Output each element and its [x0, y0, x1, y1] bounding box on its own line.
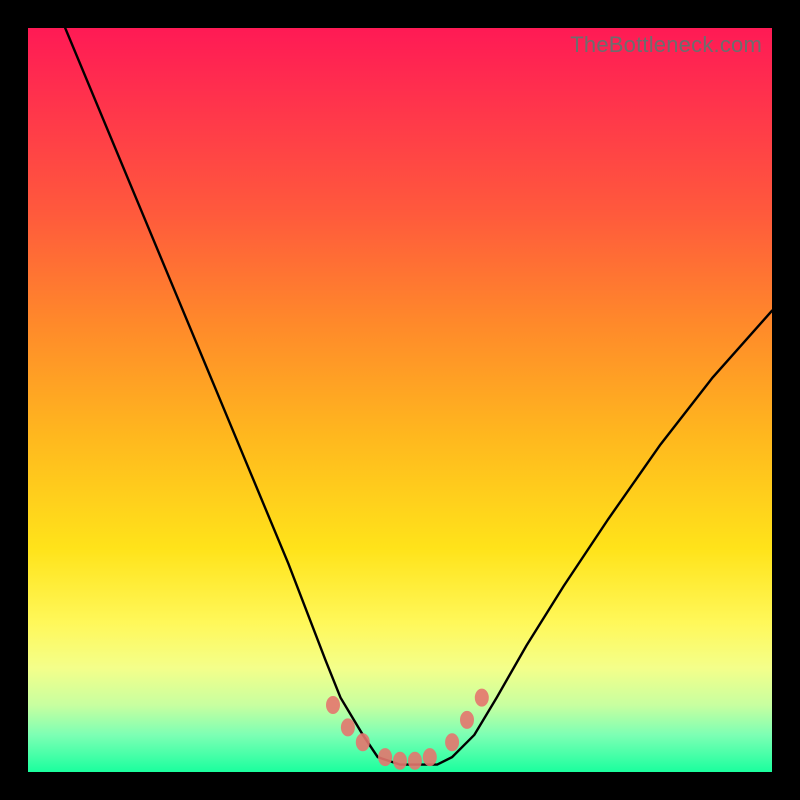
marker-dot — [341, 718, 355, 736]
marker-dot — [408, 752, 422, 770]
marker-group — [326, 689, 489, 770]
bottleneck-curve — [65, 28, 772, 765]
marker-dot — [423, 748, 437, 766]
marker-dot — [460, 711, 474, 729]
marker-dot — [445, 733, 459, 751]
plot-area: TheBottleneck.com — [28, 28, 772, 772]
marker-dot — [393, 752, 407, 770]
marker-dot — [326, 696, 340, 714]
marker-dot — [475, 689, 489, 707]
marker-dot — [378, 748, 392, 766]
marker-dot — [356, 733, 370, 751]
curve-layer — [28, 28, 772, 772]
chart-frame: TheBottleneck.com — [0, 0, 800, 800]
